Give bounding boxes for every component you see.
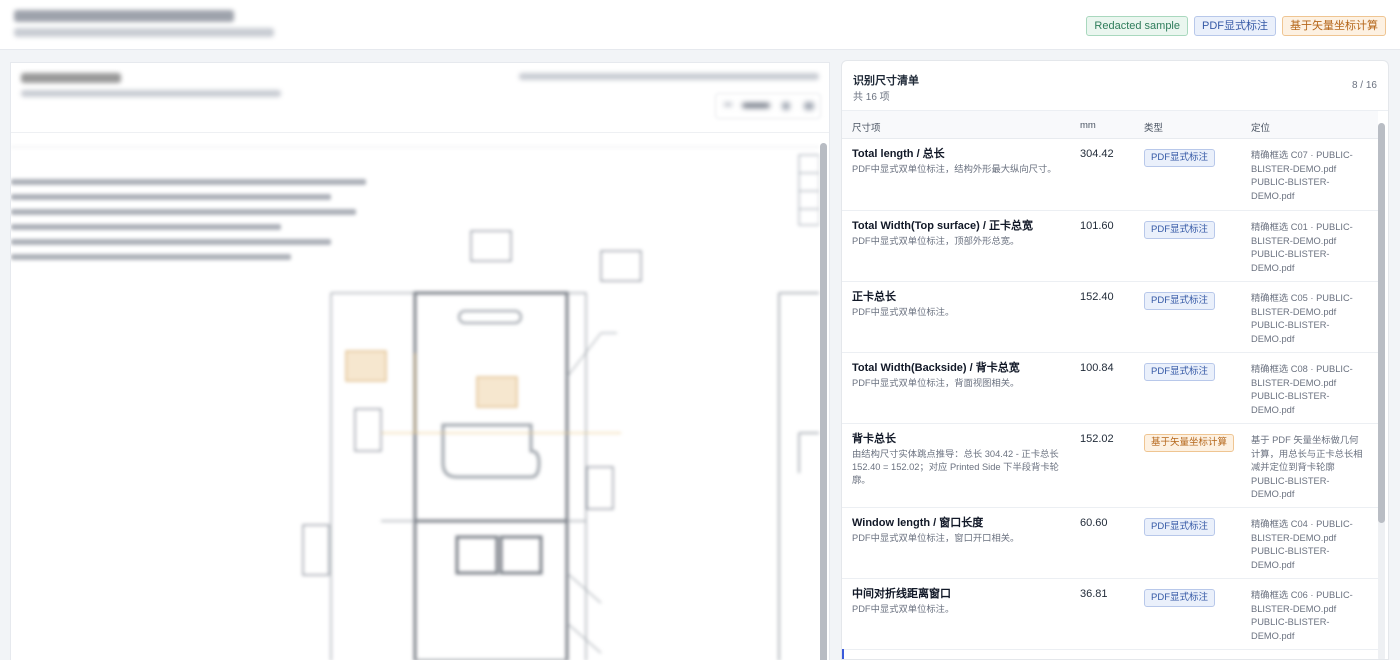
- location-text: 精确框选 C08 · PUBLIC-BLISTER-DEMO.pdf PUBLI…: [1251, 364, 1353, 415]
- active-row-indicator: [842, 649, 844, 659]
- redacted-page-subtitle: [14, 28, 274, 37]
- type-cell: PDF显式标注: [1144, 290, 1216, 310]
- redacted-viewer-note: [519, 73, 819, 80]
- dimension-desc: PDF中显式双单位标注。: [852, 604, 955, 614]
- table-row[interactable]: 中间对折线距离窗口 PDF中显式双单位标注。 36.81 PDF显式标注 精确框…: [842, 579, 1378, 650]
- dimension-mm: 100.84: [1080, 362, 1114, 374]
- top-header: Redacted sample PDF显式标注 基于矢量坐标计算: [0, 0, 1400, 50]
- zoom-control[interactable]: [715, 93, 821, 119]
- dimension-name: Total Width(Top surface) / 正卡总宽: [852, 220, 1033, 232]
- drawing-viewer-panel: [10, 62, 830, 660]
- dimension-list-panel: 识别尺寸清单 共 16 项 8 / 16 尺寸项 mm 类型 定位 Total …: [841, 60, 1389, 660]
- dimension-labels: [302, 230, 642, 576]
- location-text: 精确框选 C04 · PUBLIC-BLISTER-DEMO.pdf PUBLI…: [1251, 519, 1353, 570]
- header-badges: Redacted sample PDF显式标注 基于矢量坐标计算: [1086, 16, 1386, 36]
- row-name-cell: 背卡总长 由结构尺寸实体跳点推导：总长 304.42 - 正卡总长 152.40…: [852, 432, 1064, 487]
- dimension-name: 中间对折线距离窗口: [852, 588, 951, 600]
- dimension-name: Total length / 总长: [852, 148, 945, 160]
- type-tag: 基于矢量坐标计算: [1144, 434, 1235, 452]
- type-cell: PDF显式标注: [1144, 516, 1216, 536]
- dimension-desc: PDF中显式双单位标注，结构外形最大纵向尺寸。: [852, 164, 1057, 174]
- hang-hole: [458, 310, 522, 324]
- dimension-mm: 152.02: [1080, 433, 1114, 445]
- location-text: 精确框选 C01 · PUBLIC-BLISTER-DEMO.pdf PUBLI…: [1251, 222, 1353, 273]
- table-row[interactable]: 背卡总长 由结构尺寸实体跳点推导：总长 304.42 - 正卡总长 152.40…: [842, 424, 1378, 508]
- type-cell: PDF显式标注: [1144, 147, 1216, 167]
- dimension-desc: PDF中显式双单位标注。: [852, 307, 955, 317]
- row-name-cell: 正卡总长 PDF中显式双单位标注。: [852, 290, 1064, 319]
- type-cell: PDF显式标注: [1144, 361, 1216, 381]
- list-scrollbar[interactable]: [1378, 123, 1385, 659]
- col-header-mm: mm: [1080, 120, 1096, 131]
- vector-calc-legend-badge: 基于矢量坐标计算: [1282, 16, 1386, 36]
- list-scrollbar-thumb[interactable]: [1378, 123, 1385, 523]
- zoom-level-redacted: [742, 103, 770, 108]
- table-row[interactable]: Total Width(Top surface) / 正卡总宽 PDF中显式双单…: [842, 211, 1378, 282]
- type-cell: PDF显式标注: [1144, 219, 1216, 239]
- redacted-drawing-notes: [11, 179, 366, 260]
- type-tag: PDF显式标注: [1144, 518, 1216, 536]
- dimension-desc: 由结构尺寸实体跳点推导：总长 304.42 - 正卡总长 152.40 = 15…: [852, 449, 1059, 485]
- type-tag: PDF显式标注: [1144, 292, 1216, 310]
- table-row[interactable]: Total Width(Backside) / 背卡总宽 PDF中显式双单位标注…: [842, 353, 1378, 424]
- redacted-viewer-title: [21, 73, 121, 83]
- dimension-name: 正卡总长: [852, 291, 896, 303]
- zoom-out-button[interactable]: [724, 103, 732, 106]
- type-tag: PDF显式标注: [1144, 221, 1216, 239]
- dimension-desc: PDF中显式双单位标注，背面视图相关。: [852, 378, 1020, 388]
- dimension-mm: 152.40: [1080, 291, 1114, 303]
- row-name-cell: Total Width(Top surface) / 正卡总宽 PDF中显式双单…: [852, 219, 1064, 248]
- type-cell: PDF显式标注: [1144, 587, 1216, 607]
- table-row[interactable]: 正卡总长 PDF中显式双单位标注。 152.40 PDF显式标注 精确框选 C0…: [842, 282, 1378, 353]
- type-tag: PDF显式标注: [1144, 149, 1216, 167]
- col-header-loc: 定位: [1251, 123, 1271, 134]
- location-text: 精确框选 C07 · PUBLIC-BLISTER-DEMO.pdf PUBLI…: [1251, 150, 1353, 201]
- title-block: [798, 154, 819, 226]
- fit-button[interactable]: [804, 102, 814, 110]
- row-name-cell: 中间对折线距离窗口 PDF中显式双单位标注。: [852, 587, 1064, 616]
- dimension-mm: 101.60: [1080, 220, 1114, 232]
- col-header-name: 尺寸项: [852, 123, 881, 134]
- dimension-list-header: 识别尺寸清单 共 16 项 8 / 16: [842, 61, 1388, 111]
- table-row[interactable]: Total length / 总长 PDF中显式双单位标注，结构外形最大纵向尺寸…: [842, 139, 1378, 211]
- drawing-scrollbar-thumb[interactable]: [820, 143, 827, 660]
- type-tag: PDF显式标注: [1144, 589, 1216, 607]
- location-text: 基于 PDF 矢量坐标做几何计算，用总长与正卡总长相减并定位到背卡轮廓 PUBL…: [1251, 435, 1363, 499]
- dimension-name: Total Width(Backside) / 背卡总宽: [852, 362, 1020, 374]
- table-row[interactable]: Window length / 窗口长度 PDF中显式双单位标注，窗口开口相关。…: [842, 508, 1378, 579]
- type-tag: PDF显式标注: [1144, 363, 1216, 381]
- table-header: 尺寸项 mm 类型 定位: [842, 111, 1378, 139]
- dimension-list-title: 识别尺寸清单: [853, 75, 919, 87]
- redacted-page-title: [14, 10, 234, 22]
- pdf-explicit-legend-badge: PDF显式标注: [1194, 16, 1276, 36]
- dimension-mm: 36.81: [1080, 588, 1108, 600]
- dimension-desc: PDF中显式双单位标注，顶部外形总宽。: [852, 236, 1020, 246]
- dimension-list-count: 共 16 项: [853, 92, 890, 103]
- dimension-list-pager: 8 / 16: [1351, 80, 1377, 91]
- dimension-table: 尺寸项 mm 类型 定位 Total length / 总长 PDF中显式双单位…: [842, 111, 1388, 659]
- dimension-name: Window length / 窗口长度: [852, 517, 984, 529]
- row-name-cell: Window length / 窗口长度 PDF中显式双单位标注，窗口开口相关。: [852, 516, 1064, 545]
- redacted-viewer-subtitle: [21, 90, 281, 97]
- col-header-type: 类型: [1144, 123, 1164, 134]
- location-text: 精确框选 C05 · PUBLIC-BLISTER-DEMO.pdf PUBLI…: [1251, 293, 1353, 344]
- drawing-scrollbar[interactable]: [820, 143, 827, 660]
- dimension-mm: 60.60: [1080, 517, 1108, 529]
- lower-windows: [455, 535, 543, 575]
- type-cell: 基于矢量坐标计算: [1144, 432, 1235, 452]
- row-name-cell: Total Width(Backside) / 背卡总宽 PDF中显式双单位标注…: [852, 361, 1064, 390]
- dimension-mm: 304.42: [1080, 148, 1114, 160]
- row-name-cell: Total length / 总长 PDF中显式双单位标注，结构外形最大纵向尺寸…: [852, 147, 1064, 176]
- side-view: [778, 292, 819, 660]
- technical-drawing-canvas[interactable]: [11, 133, 819, 660]
- dimension-name: 背卡总长: [852, 433, 896, 445]
- dimension-desc: PDF中显式双单位标注，窗口开口相关。: [852, 533, 1020, 543]
- zoom-in-button[interactable]: [782, 102, 790, 110]
- drawing-viewer-header: [11, 63, 829, 133]
- redacted-sample-badge: Redacted sample: [1086, 16, 1188, 36]
- location-text: 精确框选 C06 · PUBLIC-BLISTER-DEMO.pdf PUBLI…: [1251, 590, 1353, 641]
